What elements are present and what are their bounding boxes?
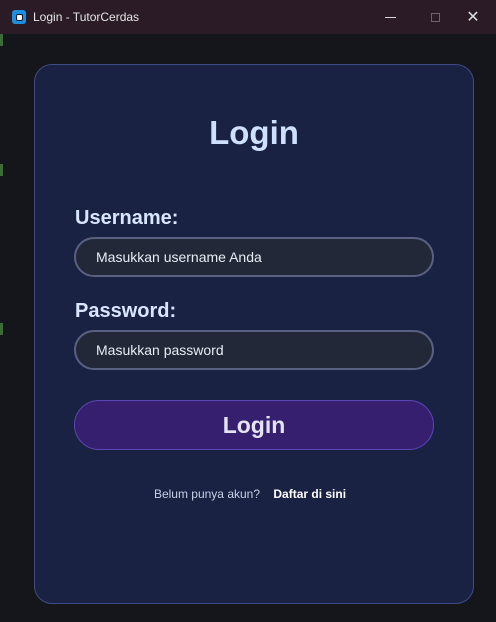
minimize-icon — [384, 16, 396, 18]
title-bar[interactable]: Login - TutorCerdas ✕ — [0, 0, 496, 34]
login-title: Login — [209, 114, 299, 151]
username-label: Username: — [75, 207, 179, 229]
gutter-marker — [0, 164, 3, 176]
app-icon — [12, 10, 26, 24]
maximize-icon — [430, 12, 440, 22]
gutter-marker — [0, 323, 3, 335]
username-input[interactable] — [74, 237, 434, 277]
register-link[interactable]: Daftar di sini — [273, 487, 346, 501]
app-window: Login - TutorCerdas ✕ Login Username: Pa… — [0, 0, 496, 622]
password-input[interactable] — [74, 330, 434, 370]
minimize-button[interactable] — [367, 0, 413, 34]
window-title: Login - TutorCerdas — [33, 10, 140, 24]
close-button[interactable]: ✕ — [450, 0, 496, 34]
register-prompt: Belum punya akun? — [153, 487, 261, 501]
login-button[interactable]: Login — [74, 400, 434, 450]
gutter-marker — [0, 34, 3, 46]
register-row: Belum punya akun? Daftar di sini — [0, 487, 496, 501]
login-button-label: Login — [222, 411, 286, 438]
close-icon: ✕ — [466, 7, 480, 26]
password-label: Password: — [75, 300, 177, 322]
